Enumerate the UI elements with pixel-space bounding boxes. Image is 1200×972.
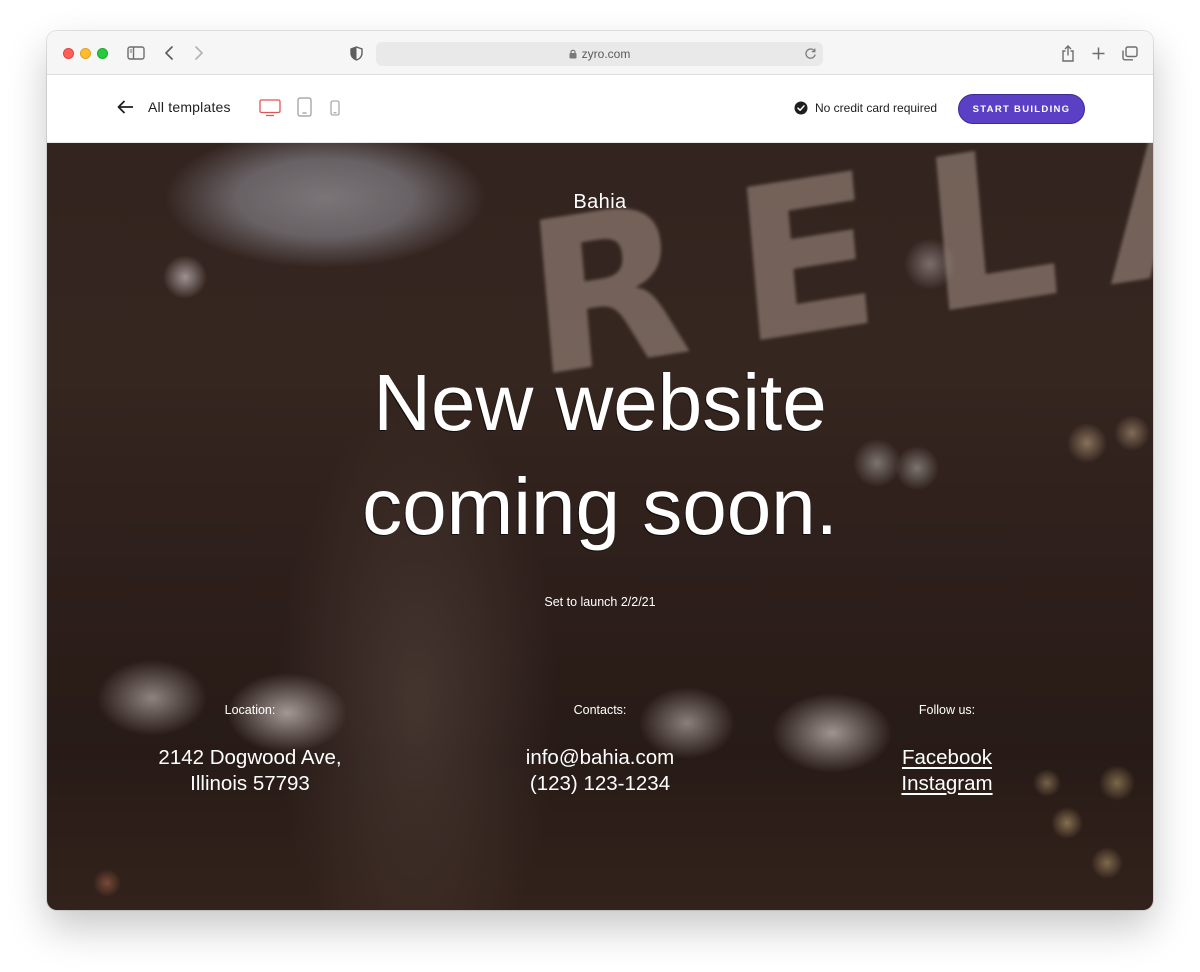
follow-block: Follow us: Facebook Instagram	[797, 703, 1097, 797]
start-building-button[interactable]: START BUILDING	[958, 94, 1085, 124]
all-templates-label: All templates	[148, 99, 231, 115]
contacts-block: Contacts: info@bahia.com (123) 123-1234	[450, 703, 750, 797]
hero-section: RELAX Bahia New website coming soon. Set…	[47, 143, 1153, 910]
desktop-icon[interactable]	[259, 99, 281, 117]
forward-chevron-icon[interactable]	[194, 42, 204, 64]
template-preview-toolbar: All templates No credit card required ST…	[47, 75, 1153, 143]
privacy-shield-icon[interactable]	[350, 42, 363, 64]
address-line-1: 2142 Dogwood Ave,	[158, 746, 342, 769]
site-brand[interactable]: Bahia	[47, 191, 1153, 214]
contacts-label: Contacts:	[573, 703, 627, 717]
headline-line-1: New website	[373, 358, 827, 447]
address-text: 2142 Dogwood Ave, Illinois 57793	[100, 745, 400, 797]
instagram-link[interactable]: Instagram	[797, 771, 1097, 797]
check-circle-icon	[794, 101, 808, 115]
contacts-text: info@bahia.com (123) 123-1234	[450, 745, 750, 797]
close-window-button[interactable]	[63, 48, 74, 59]
address-line-2: Illinois 57793	[190, 772, 310, 795]
share-icon[interactable]	[1061, 42, 1075, 64]
headline-line-2: coming soon.	[362, 462, 838, 551]
follow-label: Follow us:	[918, 703, 976, 717]
back-chevron-icon[interactable]	[164, 42, 174, 64]
tab-overview-icon[interactable]	[1122, 42, 1138, 64]
browser-toolbar: zyro.com	[47, 31, 1153, 75]
tablet-icon[interactable]	[297, 97, 312, 117]
address-bar[interactable]: zyro.com	[376, 42, 823, 66]
zoom-window-button[interactable]	[97, 48, 108, 59]
browser-window: zyro.com All templates No credit card re…	[47, 31, 1153, 910]
no-credit-card-label: No credit card required	[815, 101, 938, 115]
all-templates-link[interactable]: All templates	[117, 99, 231, 115]
email-text: info@bahia.com	[525, 746, 675, 769]
facebook-link[interactable]: Facebook	[797, 745, 1097, 771]
location-label: Location:	[224, 703, 276, 717]
reload-icon[interactable]	[804, 47, 817, 60]
lock-icon	[569, 49, 577, 59]
phone-text: (123) 123-1234	[529, 772, 671, 795]
minimize-window-button[interactable]	[80, 48, 91, 59]
sidebar-toggle-icon[interactable]	[127, 42, 145, 64]
social-links: Facebook Instagram	[797, 745, 1097, 797]
launch-date-text: Set to launch 2/2/21	[544, 595, 656, 609]
arrow-left-icon	[117, 100, 134, 114]
no-credit-card-notice: No credit card required	[794, 101, 937, 115]
url-text: zyro.com	[581, 47, 631, 61]
new-tab-icon[interactable]	[1092, 42, 1105, 64]
location-block: Location: 2142 Dogwood Ave, Illinois 577…	[100, 703, 400, 797]
mobile-icon[interactable]	[330, 100, 340, 116]
headline: New website coming soon.	[47, 351, 1153, 559]
